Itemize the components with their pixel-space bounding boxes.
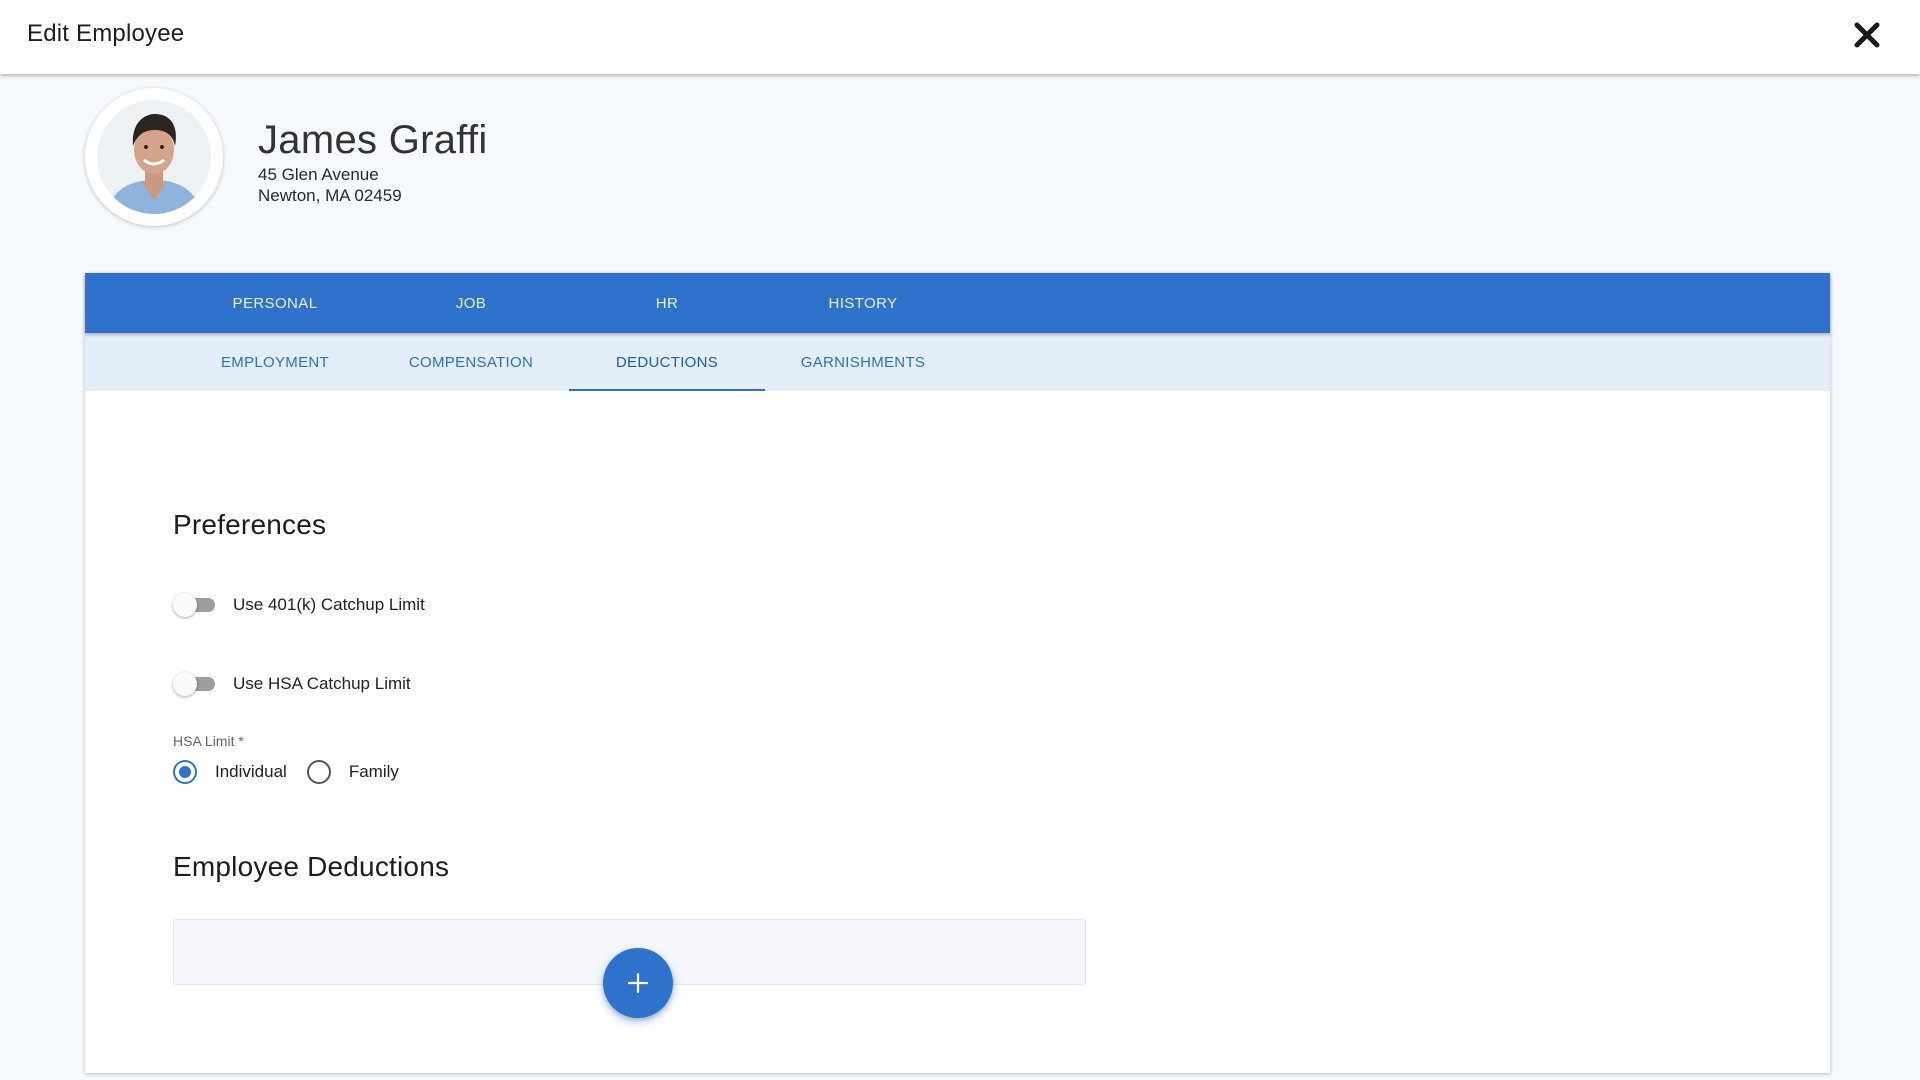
- toggle-row-hsa: Use HSA Catchup Limit: [173, 670, 411, 698]
- add-deduction-button[interactable]: [603, 948, 673, 1018]
- preferences-title: Preferences: [173, 509, 327, 540]
- avatar: [85, 88, 223, 226]
- catchup-hsa-label: Use HSA Catchup Limit: [233, 674, 411, 693]
- tab-garnishments[interactable]: GARNISHMENTS: [765, 333, 961, 391]
- radio-individual-label: Individual: [215, 762, 287, 781]
- catchup-hsa-toggle[interactable]: [173, 670, 217, 698]
- employee-name: James Graffi: [258, 118, 488, 162]
- tab-employment[interactable]: EMPLOYMENT: [177, 333, 373, 391]
- close-icon[interactable]: [1848, 16, 1886, 54]
- employee-card: PERSONAL JOB HR HISTORY EMPLOYMENT COMPE…: [85, 273, 1830, 1073]
- top-bar: Edit Employee: [0, 0, 1920, 74]
- address-line-1: 45 Glen Avenue: [258, 165, 379, 184]
- toggle-row-401k: Use 401(k) Catchup Limit: [173, 591, 425, 619]
- catchup-401k-toggle[interactable]: [173, 591, 217, 619]
- radio-checked-icon: [173, 760, 197, 784]
- hsa-limit-label: HSA Limit *: [173, 733, 244, 749]
- radio-family-label: Family: [348, 762, 399, 781]
- secondary-tab-bar: EMPLOYMENT COMPENSATION DEDUCTIONS GARNI…: [85, 333, 1830, 391]
- address-line-2: Newton, MA 02459: [258, 186, 402, 205]
- tab-compensation[interactable]: COMPENSATION: [373, 333, 569, 391]
- plus-icon: [627, 972, 649, 994]
- tab-job[interactable]: JOB: [373, 273, 569, 333]
- tab-deductions[interactable]: DEDUCTIONS: [569, 333, 765, 391]
- employee-deductions-title: Employee Deductions: [173, 851, 450, 882]
- person-photo: [97, 100, 211, 214]
- dialog-title: Edit Employee: [27, 20, 185, 47]
- tab-history[interactable]: HISTORY: [765, 273, 961, 333]
- catchup-401k-label: Use 401(k) Catchup Limit: [233, 595, 425, 614]
- radio-unchecked-icon: [306, 760, 331, 784]
- tab-personal[interactable]: PERSONAL: [177, 273, 373, 333]
- tab-hr[interactable]: HR: [569, 273, 765, 333]
- radio-family[interactable]: Family: [306, 760, 399, 784]
- primary-tab-bar: PERSONAL JOB HR HISTORY: [85, 273, 1830, 333]
- radio-individual[interactable]: Individual: [173, 760, 287, 784]
- hsa-limit-radio-group: Individual Family: [173, 759, 419, 785]
